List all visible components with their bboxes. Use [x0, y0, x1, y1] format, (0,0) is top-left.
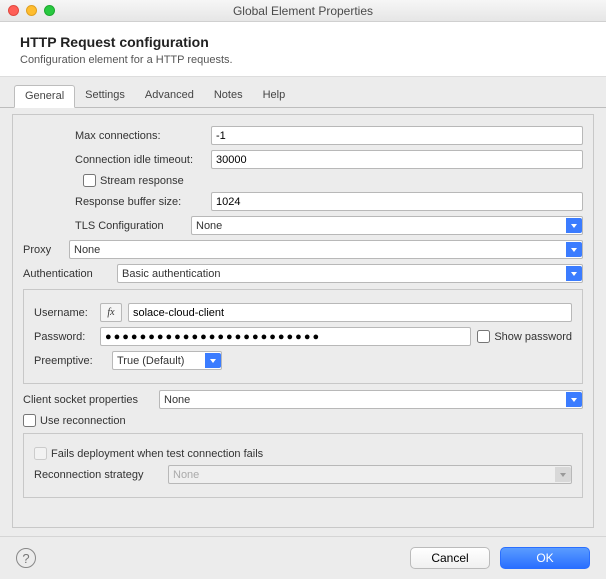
tls-config-value: None [196, 220, 222, 232]
tab-bar: General Settings Advanced Notes Help [0, 77, 606, 108]
stream-response-label: Stream response [100, 175, 184, 187]
auth-group: Username: fx Password: Show password Preem… [23, 289, 583, 384]
window-title: Global Element Properties [0, 4, 606, 18]
tab-advanced[interactable]: Advanced [135, 85, 204, 107]
response-buffer-label: Response buffer size: [75, 196, 205, 208]
password-wrap: Show password [100, 327, 572, 346]
authentication-select[interactable]: Basic authentication [117, 264, 583, 283]
show-password-checkbox[interactable] [477, 330, 490, 343]
idle-timeout-label: Connection idle timeout: [75, 154, 205, 166]
chevron-down-icon [566, 266, 582, 281]
dialog-window: Global Element Properties HTTP Request c… [0, 0, 606, 579]
proxy-select[interactable]: None [69, 240, 583, 259]
header: HTTP Request configuration Configuration… [0, 22, 606, 77]
username-label: Username: [34, 307, 94, 319]
password-input[interactable] [100, 327, 471, 346]
authentication-label: Authentication [23, 268, 111, 280]
help-icon[interactable]: ? [16, 548, 36, 568]
client-socket-value: None [164, 394, 190, 406]
cancel-button[interactable]: Cancel [410, 547, 490, 569]
idle-timeout-input[interactable] [211, 150, 583, 169]
chevron-down-icon [566, 392, 582, 407]
page-subtitle: Configuration element for a HTTP request… [20, 54, 586, 66]
reconnection-strategy-label: Reconnection strategy [34, 469, 162, 481]
chevron-down-icon [205, 353, 221, 368]
preemptive-label: Preemptive: [34, 355, 106, 367]
use-reconnection-label: Use reconnection [40, 415, 126, 427]
expression-icon[interactable]: fx [100, 303, 122, 322]
authentication-value: Basic authentication [122, 268, 220, 280]
stream-response-checkbox[interactable] [83, 174, 96, 187]
titlebar[interactable]: Global Element Properties [0, 0, 606, 22]
chevron-down-icon [566, 242, 582, 257]
client-socket-label: Client socket properties [23, 394, 153, 406]
proxy-value: None [74, 244, 100, 256]
tab-general[interactable]: General [14, 85, 75, 108]
max-connections-label: Max connections: [75, 130, 205, 142]
chevron-down-icon [555, 467, 571, 482]
ok-button[interactable]: OK [500, 547, 590, 569]
password-label: Password: [34, 331, 94, 343]
fails-deployment-label: Fails deployment when test connection fa… [51, 448, 263, 460]
scroll-region[interactable]: Max connections: Connection idle timeout… [12, 114, 594, 528]
fails-deployment-checkbox [34, 447, 47, 460]
footer: ? Cancel OK [0, 536, 606, 579]
preemptive-select[interactable]: True (Default) [112, 351, 222, 370]
tls-config-label: TLS Configuration [75, 220, 185, 232]
content-panel: Max connections: Connection idle timeout… [0, 108, 606, 536]
reconnection-strategy-value: None [173, 469, 199, 481]
proxy-label: Proxy [23, 244, 63, 256]
page-title: HTTP Request configuration [20, 34, 586, 50]
use-reconnection-checkbox[interactable] [23, 414, 36, 427]
preemptive-value: True (Default) [117, 355, 184, 367]
response-buffer-input[interactable] [211, 192, 583, 211]
username-input[interactable] [128, 303, 572, 322]
tab-settings[interactable]: Settings [75, 85, 135, 107]
tab-help[interactable]: Help [253, 85, 296, 107]
chevron-down-icon [566, 218, 582, 233]
tab-notes[interactable]: Notes [204, 85, 253, 107]
max-connections-input[interactable] [211, 126, 583, 145]
client-socket-select[interactable]: None [159, 390, 583, 409]
reconnection-strategy-select: None [168, 465, 572, 484]
show-password-label: Show password [494, 331, 572, 343]
reconnection-group: Fails deployment when test connection fa… [23, 433, 583, 498]
tls-config-select[interactable]: None [191, 216, 583, 235]
